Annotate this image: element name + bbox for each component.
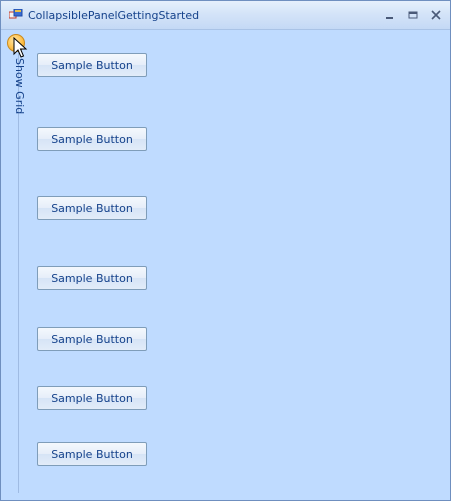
app-icon <box>9 9 23 19</box>
panel-header-text: Show Grid <box>13 58 26 115</box>
minimize-icon <box>386 17 393 19</box>
title-bar[interactable]: CollapsiblePanelGettingStarted <box>1 1 450 30</box>
mouse-cursor-icon <box>13 37 28 58</box>
app-window: CollapsiblePanelGettingStarted Show Grid <box>0 0 451 501</box>
sample-button-2[interactable]: Sample Button <box>37 127 147 151</box>
window-title: CollapsiblePanelGettingStarted <box>28 9 200 22</box>
minimize-button[interactable] <box>381 7 399 23</box>
maximize-icon <box>408 11 418 19</box>
close-icon <box>431 10 441 20</box>
sample-button-7[interactable]: Sample Button <box>37 442 147 466</box>
sample-button-1[interactable]: Sample Button <box>37 53 147 77</box>
sample-button-6[interactable]: Sample Button <box>37 386 147 410</box>
maximize-button[interactable] <box>404 7 422 23</box>
close-button[interactable] <box>427 7 445 23</box>
panel-header-label[interactable]: Show Grid <box>12 58 26 118</box>
sample-button-5[interactable]: Sample Button <box>37 327 147 351</box>
sample-button-3[interactable]: Sample Button <box>37 196 147 220</box>
sample-button-4[interactable]: Sample Button <box>37 266 147 290</box>
